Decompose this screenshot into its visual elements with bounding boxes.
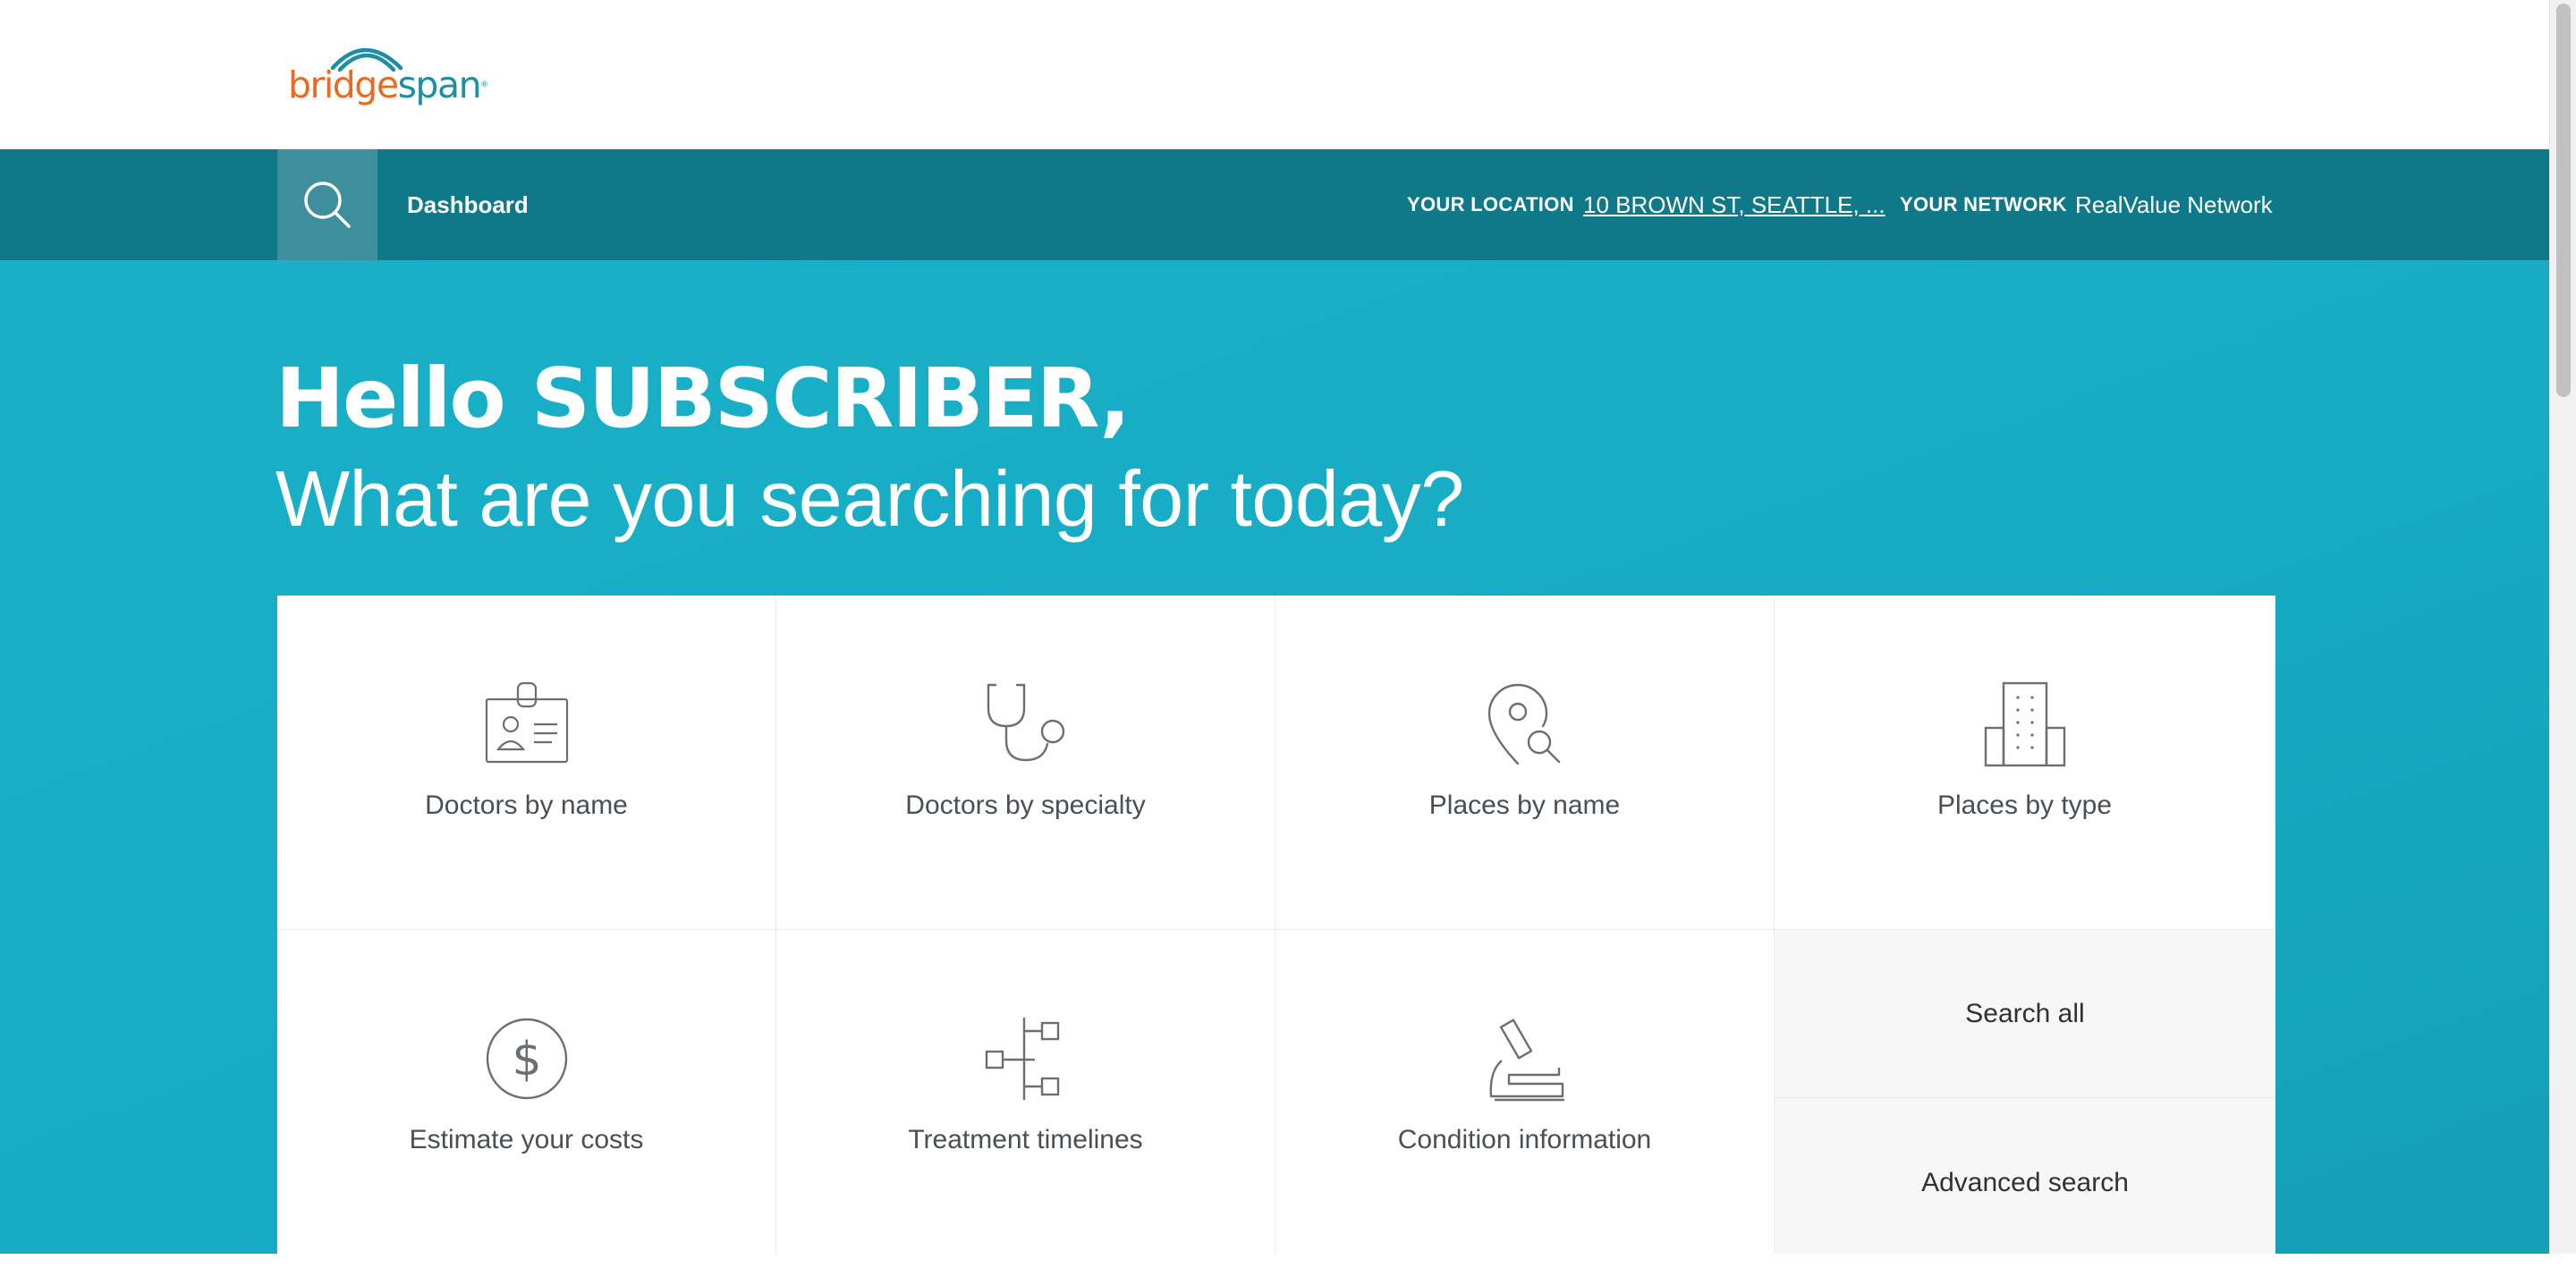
tile-estimate-costs[interactable]: $ Estimate your costs [277, 930, 776, 1254]
tile-label: Condition information [1397, 1125, 1652, 1154]
advanced-search-button[interactable]: Advanced search [1775, 1098, 2275, 1254]
dollar-circle-icon: $ [486, 1018, 567, 1100]
tile-doctors-by-name[interactable]: Doctors by name [277, 596, 776, 930]
id-badge-icon [485, 681, 568, 764]
timeline-icon [985, 1018, 1059, 1100]
site-header: bridgespan® [0, 0, 2549, 149]
bridgespan-logo[interactable]: bridgespan® [286, 36, 488, 109]
tile-treatment-timelines[interactable]: Treatment timelines [776, 930, 1275, 1254]
tile-label: Places by type [1936, 790, 2113, 820]
microscope-icon [1489, 1019, 1564, 1102]
logo-trademark: ® [480, 80, 488, 89]
tile-places-by-type[interactable]: Places by type [1775, 596, 2275, 930]
nav-dashboard-link[interactable]: Dashboard [407, 149, 529, 260]
page-scrollbar[interactable] [2549, 0, 2576, 1254]
stethoscope-icon [987, 683, 1064, 762]
greeting-heading: Hello SUBSCRIBER, [275, 351, 1131, 446]
tile-label: Doctors by specialty [905, 790, 1146, 820]
network-label: YOUR NETWORK [1900, 193, 2067, 216]
location-label: YOUR LOCATION [1407, 193, 1574, 216]
scrollbar-thumb[interactable] [2556, 4, 2571, 397]
search-prompt-heading: What are you searching for today? [275, 454, 1464, 543]
logo-text-span: span [397, 63, 482, 106]
search-all-button[interactable]: Search all [1775, 930, 2275, 1098]
tile-doctors-by-specialty[interactable]: Doctors by specialty [776, 596, 1275, 930]
search-button[interactable] [277, 149, 377, 260]
tile-condition-information[interactable]: Condition information [1275, 930, 1775, 1254]
search-icon [304, 182, 351, 228]
logo-text-bridge: bridge [288, 63, 399, 106]
tile-label: Places by name [1428, 790, 1621, 820]
search-options-grid: Doctors by name Doctors by specialty Pla… [277, 596, 2275, 1254]
location-search-icon [1487, 683, 1560, 765]
svg-text:$: $ [512, 1033, 541, 1086]
tile-label: Doctors by name [425, 790, 628, 820]
logo-wordmark: bridgespan® [288, 63, 488, 107]
location-link[interactable]: 10 BROWN ST, SEATTLE, ... [1583, 149, 1885, 260]
building-icon [1984, 681, 2065, 767]
tile-label: Treatment timelines [908, 1125, 1143, 1154]
tile-places-by-name[interactable]: Places by name [1275, 596, 1775, 930]
nav-bar: Dashboard YOUR LOCATION 10 BROWN ST, SEA… [0, 149, 2549, 260]
tile-label: Estimate your costs [409, 1125, 644, 1154]
network-value: RealValue Network [2075, 191, 2273, 218]
